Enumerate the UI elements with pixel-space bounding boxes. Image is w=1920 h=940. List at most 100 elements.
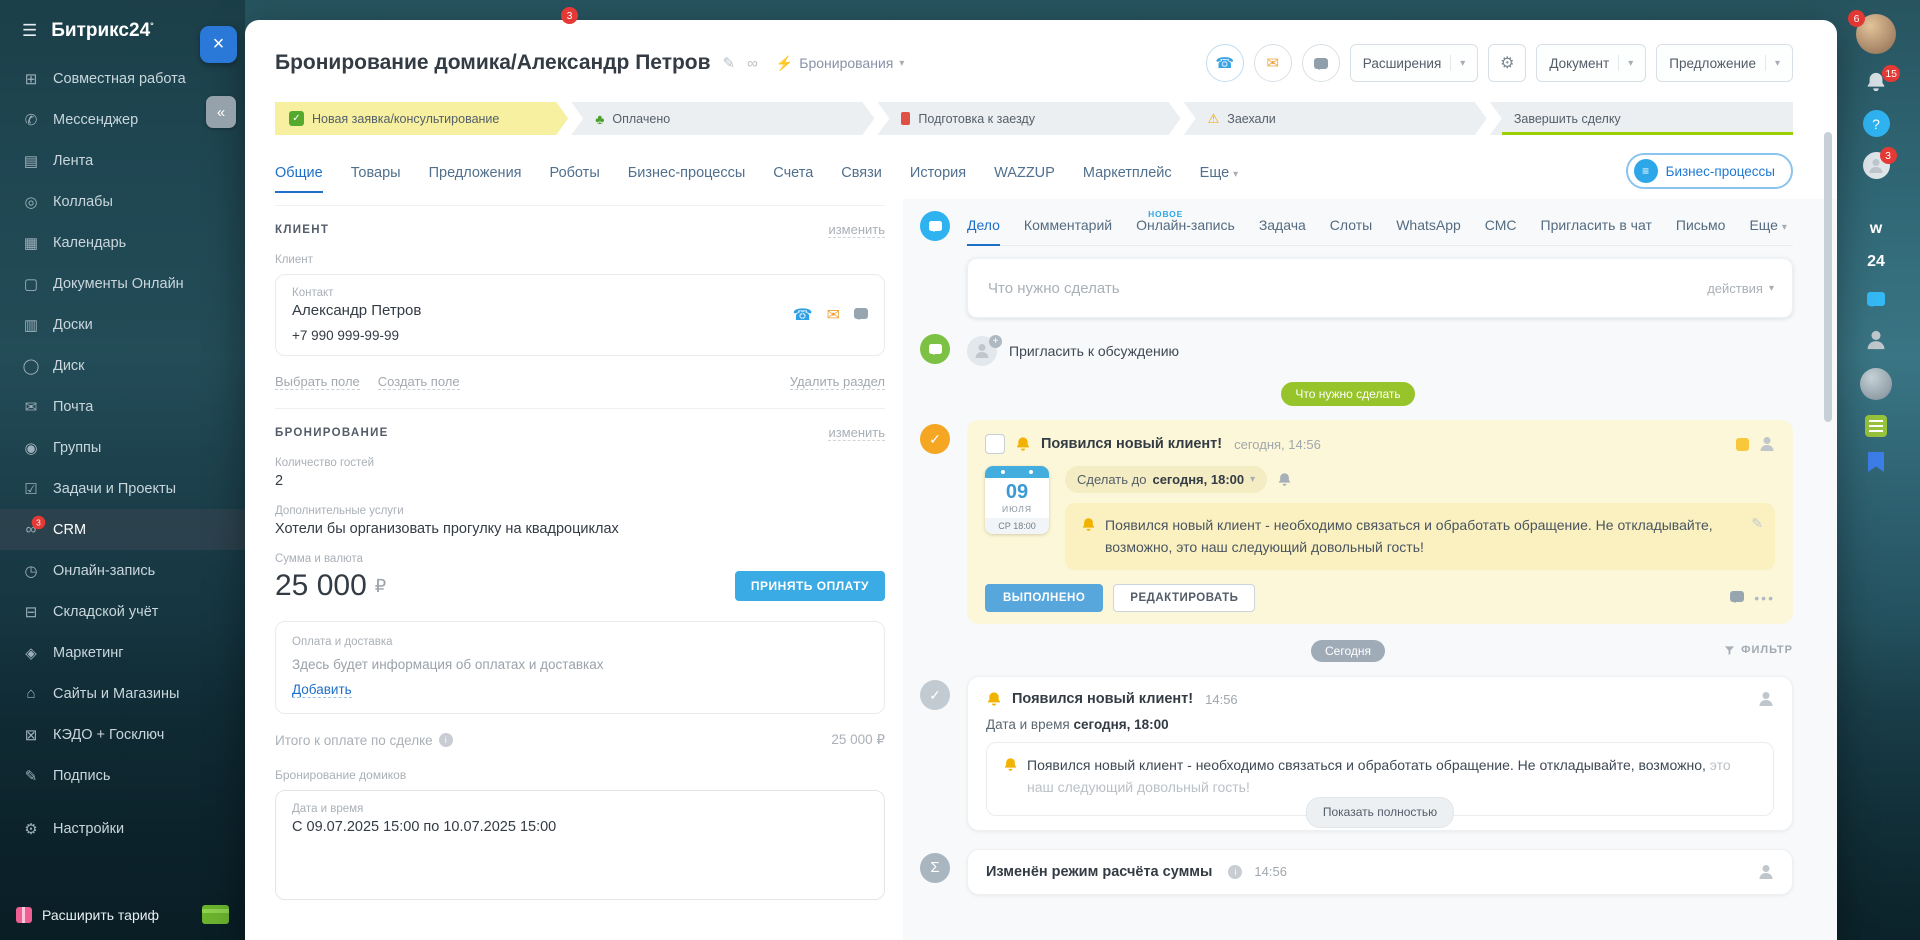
sidebar-item-crm[interactable]: ∞3CRM bbox=[0, 509, 245, 550]
sidebar-item-warehouse[interactable]: ⊟Складской учёт bbox=[0, 591, 245, 632]
timeline-scrollbar[interactable] bbox=[1824, 132, 1832, 422]
tab-wazzup[interactable]: WAZZUP bbox=[994, 165, 1055, 193]
sidebar-item-boards[interactable]: ▥Доски bbox=[0, 304, 245, 345]
bitrix24-logo[interactable]: Битрикс24° bbox=[51, 20, 154, 42]
create-field-link[interactable]: Создать поле bbox=[378, 374, 460, 390]
info-icon[interactable]: i bbox=[439, 733, 453, 747]
edit-note-icon[interactable]: ✎ bbox=[1751, 513, 1763, 535]
sidebar-item-tasks[interactable]: ☑Задачи и Проекты bbox=[0, 468, 245, 509]
sidebar-item-collaboration[interactable]: ⊞Совместная работа bbox=[0, 58, 245, 99]
activity-title[interactable]: Появился новый клиент! bbox=[1041, 436, 1222, 452]
stage-checked-in[interactable]: ⚠ Заехали bbox=[1184, 102, 1487, 135]
done-button[interactable]: ВЫПОЛНЕНО bbox=[985, 584, 1103, 612]
tab-offers[interactable]: Предложения bbox=[429, 165, 522, 193]
tl-tab-task[interactable]: Задача bbox=[1259, 217, 1306, 246]
sidebar-item-collabs[interactable]: ◎Коллабы bbox=[0, 181, 245, 222]
tl-tab-letter[interactable]: Письмо bbox=[1676, 217, 1726, 246]
tab-more[interactable]: Еще▾ bbox=[1200, 165, 1239, 193]
stage-new-request[interactable]: ✓ Новая заявка/консультирование bbox=[275, 102, 568, 135]
contact-phone[interactable]: +7 990 999-99-99 bbox=[292, 328, 421, 343]
payment-card-icon[interactable] bbox=[202, 905, 229, 924]
sidebar-item-signature[interactable]: ✎Подпись bbox=[0, 755, 245, 796]
edit-button[interactable]: РЕДАКТИРОВАТЬ bbox=[1113, 584, 1255, 612]
menu-burger-icon[interactable]: ☰ bbox=[22, 21, 37, 41]
tl-tab-invite-chat[interactable]: Пригласить в чат bbox=[1541, 217, 1652, 246]
comment-icon[interactable] bbox=[1730, 589, 1744, 607]
tab-invoices[interactable]: Счета bbox=[773, 165, 813, 193]
filter-button[interactable]: ФИЛЬТР bbox=[1724, 644, 1793, 656]
notifications-bell-icon[interactable]: 15 bbox=[1861, 69, 1891, 95]
tab-relations[interactable]: Связи bbox=[841, 165, 882, 193]
document-button[interactable]: Документ ▾ bbox=[1536, 44, 1646, 82]
tab-robots[interactable]: Роботы bbox=[550, 165, 600, 193]
user-avatar[interactable]: 6 bbox=[1856, 14, 1896, 54]
tl-tab-whatsapp[interactable]: WhatsApp bbox=[1396, 217, 1461, 246]
sidebar-item-marketing[interactable]: ◈Маркетинг bbox=[0, 632, 245, 673]
offer-button[interactable]: Предложение ▾ bbox=[1656, 44, 1793, 82]
chat-button[interactable] bbox=[1302, 44, 1340, 82]
contact-name[interactable]: Александр Петров bbox=[292, 302, 421, 319]
deal-amount[interactable]: 25 000 bbox=[275, 569, 367, 603]
sidebar-item-sites[interactable]: ⌂Сайты и Магазины bbox=[0, 673, 245, 714]
info-icon[interactable]: i bbox=[1228, 865, 1242, 879]
copy-link-icon[interactable]: ∞ bbox=[747, 55, 758, 72]
chat-dock-icon[interactable] bbox=[1861, 286, 1891, 312]
tl-tab-comment[interactable]: Комментарий bbox=[1024, 217, 1112, 246]
pipeline-selector[interactable]: ⚡ Бронирования ▾ bbox=[776, 55, 905, 72]
add-payment-link[interactable]: Добавить bbox=[292, 682, 352, 698]
booking-datetime-box[interactable]: Дата и время С 09.07.2025 15:00 по 10.07… bbox=[275, 790, 885, 900]
edit-title-icon[interactable]: ✎ bbox=[723, 54, 736, 72]
wazzup-dock-icon[interactable]: w bbox=[1870, 220, 1882, 238]
deadline-calendar[interactable]: 09 ИЮЛЯ СР 18:00 bbox=[985, 466, 1049, 534]
tl-tab-activity[interactable]: Дело bbox=[967, 217, 1000, 246]
guests-value[interactable]: 2 bbox=[275, 473, 885, 489]
sidebar-item-mail[interactable]: ✉Почта bbox=[0, 386, 245, 427]
responsible-person-icon[interactable] bbox=[1759, 436, 1775, 452]
tab-products[interactable]: Товары bbox=[351, 165, 401, 193]
business-processes-button[interactable]: ≡ Бизнес-процессы bbox=[1626, 153, 1793, 189]
complete-checkbox[interactable] bbox=[985, 434, 1005, 454]
select-field-link[interactable]: Выбрать поле bbox=[275, 374, 360, 390]
stage-close-deal[interactable]: Завершить сделку bbox=[1490, 102, 1793, 135]
actions-dropdown[interactable]: действия▾ bbox=[1707, 281, 1774, 296]
sidebar-item-settings[interactable]: ⚙Настройки bbox=[0, 808, 245, 849]
support-icon[interactable]: ? bbox=[1863, 110, 1890, 137]
stage-checkin-prep[interactable]: Подготовка к заезду bbox=[877, 102, 1180, 135]
client-edit-link[interactable]: изменить bbox=[828, 222, 885, 238]
bookmark-dock-icon[interactable] bbox=[1868, 452, 1884, 472]
helpdesk-icon[interactable]: 3 bbox=[1863, 152, 1890, 179]
extensions-button[interactable]: Расширения ▾ bbox=[1350, 44, 1479, 82]
sidebar-item-online-booking[interactable]: ◷Онлайн-запись bbox=[0, 550, 245, 591]
sidebar-item-feed[interactable]: ▤Лента bbox=[0, 140, 245, 181]
responsible-person-icon[interactable] bbox=[1758, 691, 1774, 707]
tl-tab-more[interactable]: Еще ▾ bbox=[1749, 217, 1786, 246]
contact-email-icon[interactable]: ✉ bbox=[827, 305, 840, 325]
delete-section-link[interactable]: Удалить раздел bbox=[790, 374, 885, 390]
notes-dock-icon[interactable] bbox=[1865, 415, 1887, 437]
sidebar-item-documents[interactable]: ▢Документы Онлайн bbox=[0, 263, 245, 304]
secondary-user-avatar[interactable] bbox=[1860, 368, 1892, 400]
email-button[interactable]: ✉ bbox=[1254, 44, 1292, 82]
contact-call-icon[interactable]: ☎ bbox=[793, 305, 813, 325]
todo-stream-pill[interactable]: Что нужно сделать bbox=[1281, 382, 1414, 406]
close-deal-button[interactable]: × bbox=[200, 26, 237, 63]
sidebar-item-calendar[interactable]: ▦Календарь bbox=[0, 222, 245, 263]
upgrade-tariff-button[interactable]: Расширить тариф bbox=[0, 905, 245, 924]
show-more-button[interactable]: Показать полностью bbox=[1306, 797, 1454, 828]
bitrix24-dock-icon[interactable]: 24 bbox=[1867, 253, 1885, 271]
sidebar-item-disk[interactable]: ◯Диск bbox=[0, 345, 245, 386]
tab-history[interactable]: История bbox=[910, 165, 966, 193]
invite-to-discussion[interactable]: + Пригласить к обсуждению bbox=[967, 334, 1793, 366]
contacts-dock-icon[interactable] bbox=[1861, 327, 1891, 353]
more-options-icon[interactable]: ••• bbox=[1754, 590, 1775, 606]
sidebar-collapse-button[interactable]: « bbox=[206, 96, 236, 128]
sidebar-item-kedo[interactable]: ⊠КЭДО + Госключ bbox=[0, 714, 245, 755]
deadline-selector[interactable]: Сделать до сегодня, 18:00 ▾ bbox=[1065, 466, 1267, 493]
responsible-person-icon[interactable] bbox=[1758, 864, 1774, 880]
settings-gear-button[interactable]: ⚙ bbox=[1488, 44, 1526, 82]
tl-tab-online-booking[interactable]: НОВОЕОнлайн-запись bbox=[1136, 217, 1235, 246]
tl-tab-slots[interactable]: Слоты bbox=[1330, 217, 1372, 246]
services-value[interactable]: Хотели бы организовать прогулку на квадр… bbox=[275, 521, 885, 537]
datetime-value[interactable]: С 09.07.2025 15:00 по 10.07.2025 15:00 bbox=[292, 819, 868, 835]
contact-chat-icon[interactable] bbox=[854, 306, 868, 324]
